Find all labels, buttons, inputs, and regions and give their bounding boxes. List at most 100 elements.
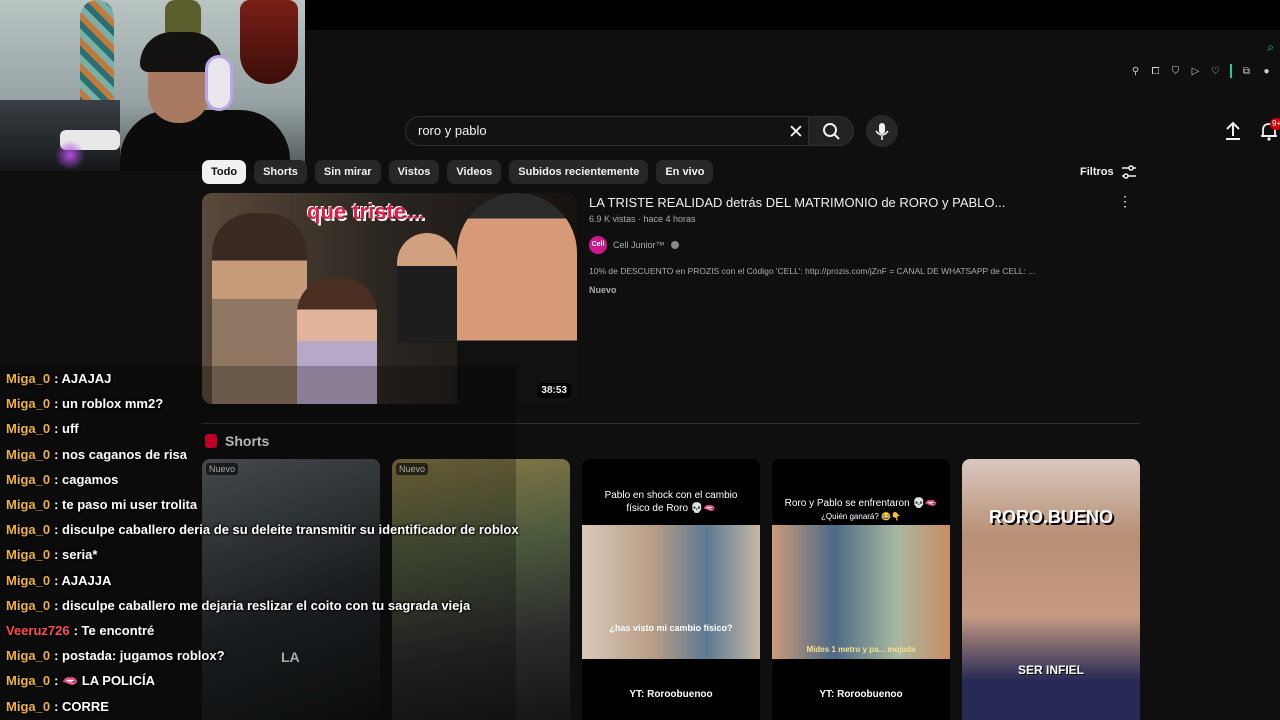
chat-text: : Te encontré: [73, 622, 155, 638]
channel-row[interactable]: Cell Cell Junior™: [589, 236, 679, 254]
video-description: 10% de DESCUENTO en PROZIS con el Código…: [589, 266, 1036, 276]
mic-icon: [875, 123, 889, 140]
chat-username: Miga_0: [6, 421, 51, 437]
webcam-overlay: [0, 0, 305, 171]
short-4-image: [772, 525, 950, 659]
chat-message: Miga_0: disculpe caballero deria de su d…: [0, 517, 520, 542]
extension-separator: [1230, 64, 1232, 78]
chat-username: Miga_0: [6, 371, 51, 387]
short-5-image: [962, 459, 1140, 720]
chat-username: Veeruz726: [6, 622, 70, 638]
chat-text: : CORRE: [54, 698, 109, 714]
chip-en-vivo[interactable]: En vivo: [656, 160, 714, 184]
video-title[interactable]: LA TRISTE REALIDAD detrás DEL MATRIMONIO…: [589, 195, 1005, 210]
short-4-question: Mides 1 metro y pa... mojada: [806, 645, 916, 654]
voice-search-button[interactable]: [866, 115, 898, 147]
search-input[interactable]: roro y pablo: [418, 123, 487, 138]
thumbnail-person-3: [397, 233, 457, 343]
short-4-credit: YT: Roroobuenoo: [819, 689, 903, 700]
short-4-caption: Roro y Pablo se enfrentaron 💀🫦: [784, 498, 938, 509]
play-icon[interactable]: ▷: [1190, 66, 1201, 77]
chat-message: Miga_0: AJAJJA: [0, 568, 520, 593]
chat-message: Miga_0: te paso mi user trolita: [0, 492, 520, 517]
chat-message: Miga_0: un roblox mm2?: [0, 391, 520, 416]
browser-search-icon[interactable]: ⌕: [1267, 40, 1274, 55]
clear-search-icon[interactable]: ✕: [788, 121, 804, 144]
chat-username: Miga_0: [6, 572, 51, 588]
new-badge: Nuevo: [589, 285, 617, 295]
chat-text: : disculpe caballero deria de su deleite…: [54, 522, 519, 538]
upload-icon: [1226, 121, 1240, 140]
chat-username: Miga_0: [6, 698, 51, 714]
chat-message: Miga_0: nos caganos de risa: [0, 442, 520, 467]
chat-text: : AJAJAJ: [54, 371, 112, 387]
short-4-subcaption: ¿Quién ganará? 😂👇: [821, 512, 901, 521]
extensions-row: ⚲ ⧠ ⛉ ▷ ♡ ⧉ ●: [1130, 64, 1272, 78]
chat-username: Miga_0: [6, 673, 51, 689]
filters-label: Filtros: [1080, 166, 1114, 178]
stream-chat: Miga_0: AJAJAJ Miga_0: un roblox mm2? Mi…: [0, 366, 520, 719]
chat-username: Miga_0: [6, 497, 51, 513]
webcam-glow: [55, 140, 85, 170]
chat-message: Miga_0: postada: jugamos roblox?: [0, 643, 520, 668]
chat-text: : seria*: [54, 547, 98, 563]
short-5-overlay: SER INFIEL: [1017, 663, 1084, 677]
chat-text: : AJAJJA: [54, 572, 112, 588]
webcam-headset: [205, 55, 233, 111]
chat-username: Miga_0: [6, 522, 51, 538]
short-card-3[interactable]: Pablo en shock con el cambio físico de R…: [582, 459, 760, 720]
short-3-caption: Pablo en shock con el cambio físico de R…: [604, 490, 738, 514]
verified-icon: [670, 241, 679, 249]
chat-message: Miga_0: AJAJAJ: [0, 366, 520, 391]
chat-message: Veeruz726: Te encontré: [0, 618, 520, 643]
channel-name[interactable]: Cell Junior™: [613, 240, 665, 250]
more-options-icon[interactable]: ⋮: [1118, 193, 1132, 210]
puzzle-icon[interactable]: ⧉: [1241, 66, 1252, 77]
chat-username: Miga_0: [6, 648, 51, 664]
chip-vistos[interactable]: Vistos: [388, 160, 440, 184]
webcam-guitar-right: [240, 0, 298, 84]
short-3-credit: YT: Roroobuenoo: [629, 689, 713, 700]
chat-text: : un roblox mm2?: [54, 396, 164, 412]
chat-username: Miga_0: [6, 446, 51, 462]
chat-message: Miga_0: 🫦 LA POLICÍA: [0, 668, 520, 693]
short-card-4[interactable]: Roro y Pablo se enfrentaron 💀🫦 ¿Quién ga…: [772, 459, 950, 720]
notification-count-badge: 9+: [1270, 118, 1280, 130]
chat-text: : disculpe caballero me dejaria reslizar…: [54, 597, 471, 613]
search-icon: [823, 123, 840, 140]
chat-message: Miga_0: seria*: [0, 542, 520, 567]
heart-icon[interactable]: ♡: [1210, 66, 1221, 77]
chat-text: : postada: jugamos roblox?: [54, 648, 225, 664]
search-button[interactable]: [808, 116, 854, 146]
chat-username: Miga_0: [6, 396, 51, 412]
short-card-5[interactable]: RORO.BUENO SER INFIEL: [962, 459, 1140, 720]
chip-shorts[interactable]: Shorts: [254, 160, 307, 184]
chat-message: Miga_0: cagamos: [0, 467, 520, 492]
short-5-caption: RORO.BUENO: [988, 507, 1113, 527]
thumbnail-caption: que triste...: [307, 199, 425, 224]
search-bar[interactable]: roro y pablo ✕: [405, 116, 814, 146]
chat-text: : nos caganos de risa: [54, 446, 188, 462]
video-duration: 38:53: [537, 383, 571, 398]
chat-text: : te paso mi user trolita: [54, 497, 198, 513]
chip-subidos-recientemente[interactable]: Subidos recientemente: [509, 160, 649, 184]
shield-icon[interactable]: ⛉: [1170, 66, 1181, 77]
video-metadata: 6.9 K vistas · hace 4 horas: [589, 214, 696, 224]
filters-button[interactable]: Filtros: [1080, 165, 1137, 179]
chat-username: Miga_0: [6, 597, 51, 613]
chat-username: Miga_0: [6, 547, 51, 563]
create-upload-button[interactable]: [1222, 120, 1244, 142]
crop-icon[interactable]: ⧠: [1150, 66, 1161, 77]
profile-icon[interactable]: ●: [1261, 66, 1272, 77]
chip-todo[interactable]: Todo: [202, 160, 247, 184]
chat-text: : 🫦 LA POLICÍA: [54, 672, 155, 688]
chip-sin-mirar[interactable]: Sin mirar: [314, 160, 381, 184]
chat-message: Miga_0: CORRE: [0, 693, 520, 718]
filter-chips: Todo Shorts Sin mirar Vistos Videos Subi…: [202, 160, 714, 184]
short-3-image: [582, 525, 760, 659]
chat-message: Miga_0: disculpe caballero me dejaria re…: [0, 593, 520, 618]
channel-avatar[interactable]: Cell: [589, 236, 607, 254]
chip-videos[interactable]: Videos: [447, 160, 502, 184]
chat-text: : uff: [54, 421, 79, 437]
pin-icon[interactable]: ⚲: [1130, 66, 1141, 77]
